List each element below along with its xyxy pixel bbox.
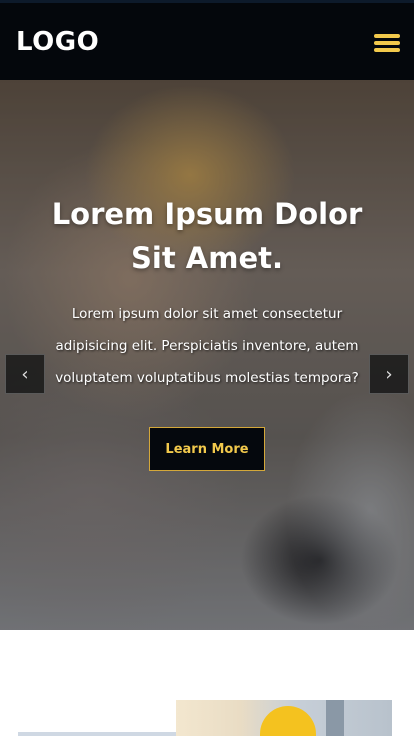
learn-more-button[interactable]: Learn More (149, 427, 265, 471)
menu-bar (374, 34, 400, 38)
logo[interactable]: LOGO (16, 27, 99, 57)
site-header: LOGO (0, 0, 414, 80)
hamburger-menu-icon[interactable] (368, 31, 402, 57)
section-image (176, 700, 392, 736)
hero-carousel: Lorem Ipsum Dolor Sit Amet. Lorem ipsum … (0, 80, 414, 630)
chevron-right-icon[interactable]: › (369, 354, 409, 394)
hard-hat-shape (260, 706, 316, 736)
hero-description: Lorem ipsum dolor sit amet consectetur a… (55, 306, 359, 386)
content-section (0, 630, 414, 736)
menu-bar (374, 48, 400, 52)
hero-title: Lorem Ipsum Dolor Sit Amet. (51, 197, 363, 275)
window-frame (326, 700, 344, 736)
menu-bar (374, 41, 400, 45)
chevron-left-icon[interactable]: ‹ (5, 354, 45, 394)
section-accent-bar (18, 732, 178, 736)
